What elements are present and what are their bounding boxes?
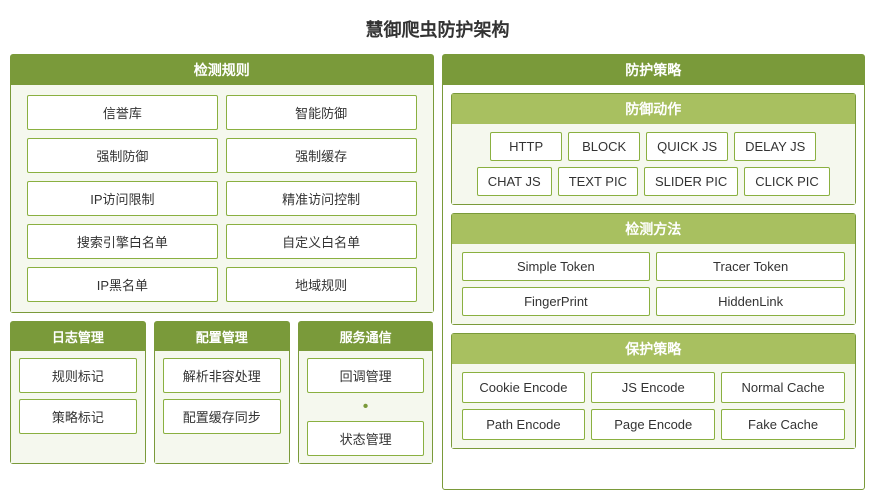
- defense-row-2: CHAT JS TEXT PIC SLIDER PIC CLICK PIC: [462, 167, 846, 196]
- config-management-body: 解析非容处理 配置缓存同步: [155, 351, 289, 463]
- detect-fingerprint: FingerPrint: [462, 287, 651, 316]
- item-qiangzhicun: 强制缓存: [226, 138, 417, 173]
- defense-action-body: HTTP BLOCK QUICK JS DELAY JS CHAT JS TEX…: [452, 124, 856, 204]
- detect-tracer-token: Tracer Token: [656, 252, 845, 281]
- action-block: BLOCK: [568, 132, 640, 161]
- defense-action-header: 防御动作: [452, 94, 856, 124]
- item-search-white: 搜索引擎白名单: [27, 224, 218, 259]
- log-management-header: 日志管理: [11, 322, 145, 351]
- bottom-row: 日志管理 规则标记 策略标记 配置管理 解析非容处理 配置缓存同步: [10, 321, 434, 464]
- service-comm-section: 服务通信 回调管理 • 状态管理: [298, 321, 434, 464]
- detect-method-header: 检测方法: [452, 214, 856, 244]
- action-textpic: TEXT PIC: [558, 167, 638, 196]
- detection-rules-body: 信誉库 智能防御 强制防御 强制缓存 IP访问限制 精准访问控制 搜索引擎白名单…: [11, 85, 433, 312]
- protect-normal-cache: Normal Cache: [721, 372, 845, 403]
- service-comm-header: 服务通信: [299, 322, 433, 351]
- defense-action-section: 防御动作 HTTP BLOCK QUICK JS DELAY JS CHAT J…: [451, 93, 857, 205]
- action-clickpic: CLICK PIC: [744, 167, 830, 196]
- log-rule-mark: 规则标记: [19, 358, 137, 393]
- log-management-section: 日志管理 规则标记 策略标记: [10, 321, 146, 464]
- protect-fake-cache: Fake Cache: [721, 409, 845, 440]
- callback-mgmt: 回调管理: [307, 358, 425, 393]
- detection-rules-header: 检测规则: [11, 55, 433, 85]
- action-delayjs: DELAY JS: [734, 132, 816, 161]
- detect-method-body: Simple Token Tracer Token FingerPrint Hi…: [452, 244, 856, 324]
- defense-row-1: HTTP BLOCK QUICK JS DELAY JS: [462, 132, 846, 161]
- item-ip-limit: IP访问限制: [27, 181, 218, 216]
- connector-dot: •: [363, 399, 369, 415]
- item-custom-white: 自定义白名单: [226, 224, 417, 259]
- action-http: HTTP: [490, 132, 562, 161]
- config-management-header: 配置管理: [155, 322, 289, 351]
- protect-strategy-section: 保护策略 Cookie Encode JS Encode Normal Cach…: [451, 333, 857, 449]
- item-qiangzhi: 强制防御: [27, 138, 218, 173]
- config-management-section: 配置管理 解析非容处理 配置缓存同步: [154, 321, 290, 464]
- service-comm-body: 回调管理 • 状态管理: [299, 351, 433, 463]
- protection-strategy-section: 防护策略 防御动作 HTTP BLOCK QUICK JS DELAY JS: [442, 54, 866, 490]
- protect-js-encode: JS Encode: [591, 372, 715, 403]
- config-cache-sync: 配置缓存同步: [163, 399, 281, 434]
- detect-simple-token: Simple Token: [462, 252, 651, 281]
- protect-path-encode: Path Encode: [462, 409, 586, 440]
- detection-rules-section: 检测规则 信誉库 智能防御 强制防御 强制缓存 IP访问限制 精准访问控制 搜索…: [10, 54, 434, 313]
- item-ip-black: IP黑名单: [27, 267, 218, 302]
- action-chatjs: CHAT JS: [477, 167, 552, 196]
- item-zhineng: 智能防御: [226, 95, 417, 130]
- protect-page-encode: Page Encode: [591, 409, 715, 440]
- page-title: 慧御爬虫防护架构: [10, 10, 865, 46]
- protect-strategy-header: 保护策略: [452, 334, 856, 364]
- config-parse: 解析非容处理: [163, 358, 281, 393]
- log-policy-mark: 策略标记: [19, 399, 137, 434]
- protection-strategy-header: 防护策略: [443, 55, 865, 85]
- protect-strategy-body: Cookie Encode JS Encode Normal Cache Pat…: [452, 364, 856, 448]
- protect-cookie-encode: Cookie Encode: [462, 372, 586, 403]
- item-xinyu: 信誉库: [27, 95, 218, 130]
- detect-method-section: 检测方法 Simple Token Tracer Token FingerPri…: [451, 213, 857, 325]
- log-management-body: 规则标记 策略标记: [11, 351, 145, 463]
- item-region: 地域规则: [226, 267, 417, 302]
- status-mgmt: 状态管理: [307, 421, 425, 456]
- detect-hiddenlink: HiddenLink: [656, 287, 845, 316]
- action-sliderpic: SLIDER PIC: [644, 167, 738, 196]
- item-jingzhun: 精准访问控制: [226, 181, 417, 216]
- action-quickjs: QUICK JS: [646, 132, 728, 161]
